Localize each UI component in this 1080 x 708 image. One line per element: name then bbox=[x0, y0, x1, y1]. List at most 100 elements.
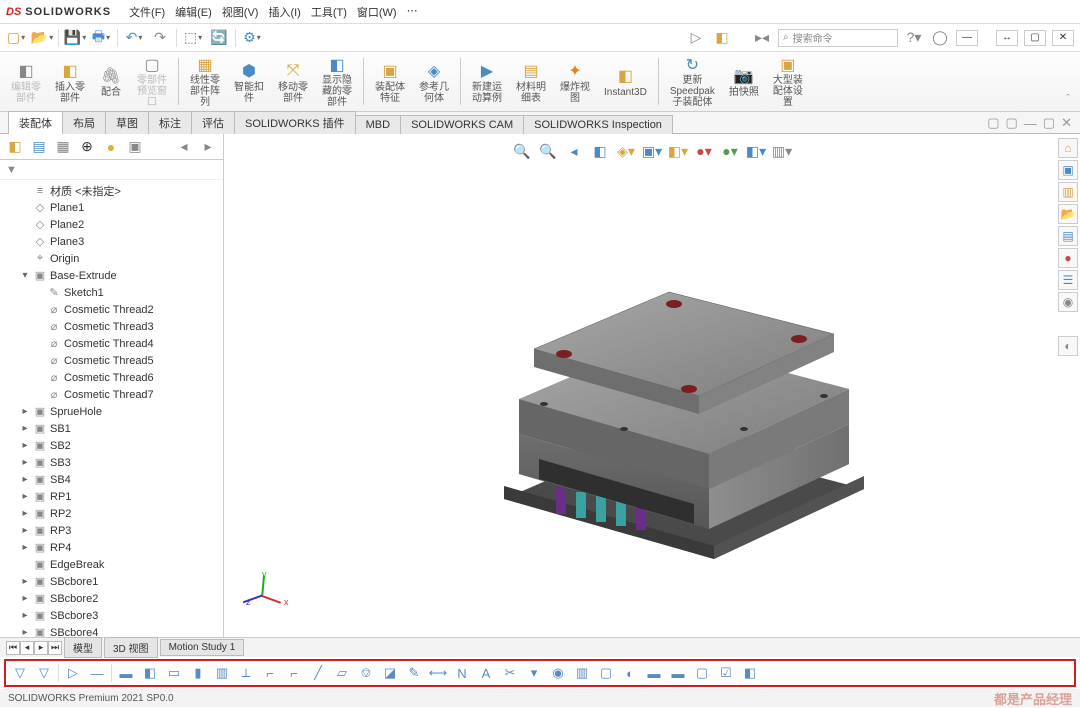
undo-icon[interactable]: ↶ bbox=[124, 28, 144, 48]
tree-tab-appearance-icon[interactable]: ● bbox=[100, 137, 122, 157]
tree-node[interactable]: ⌀Cosmetic Thread3 bbox=[6, 318, 223, 335]
btb-end-icon[interactable]: ◧ bbox=[740, 663, 760, 683]
edit-appearance-icon[interactable]: ●▾ bbox=[693, 140, 715, 162]
tree-tab-property-icon[interactable]: ▤ bbox=[28, 137, 50, 157]
ribbon-ref-geometry[interactable]: ◈参考几 何体 bbox=[414, 54, 454, 109]
twisty-icon[interactable]: ▸ bbox=[20, 406, 30, 417]
doc-link1-icon[interactable]: ▢ bbox=[987, 115, 999, 131]
btb-body-icon[interactable]: ▬ bbox=[116, 663, 136, 683]
tab-first-icon[interactable]: ⏮ bbox=[6, 641, 20, 655]
btb-dim-icon[interactable]: ⟷ bbox=[428, 663, 448, 683]
graphics-view[interactable]: 🔍 🔍 ◂ ◧ ◈▾ ▣▾ ◧▾ ●▾ ●▾ ◧▾ ▥▾ bbox=[224, 134, 1080, 637]
twisty-icon[interactable]: ▸ bbox=[20, 542, 30, 553]
btb-checked-icon[interactable]: ☑ bbox=[716, 663, 736, 683]
twisty-icon[interactable]: ▸ bbox=[20, 627, 30, 637]
tree-node[interactable]: ▸▣SB1 bbox=[6, 420, 223, 437]
taskpane-library-icon[interactable]: ▥ bbox=[1058, 182, 1078, 202]
menu-insert[interactable]: 插入(I) bbox=[268, 4, 300, 20]
btb-face-icon[interactable]: ◧ bbox=[140, 663, 160, 683]
btb-plane-icon[interactable]: ▱ bbox=[332, 663, 352, 683]
menu-view[interactable]: 视图(V) bbox=[222, 4, 259, 20]
save-icon[interactable]: 💾 bbox=[65, 28, 85, 48]
tab-evaluate[interactable]: 评估 bbox=[191, 111, 235, 134]
tree-node[interactable]: ≡材质 <未指定> bbox=[6, 182, 223, 199]
menu-window[interactable]: 窗口(W) bbox=[357, 4, 397, 20]
tree-node[interactable]: ◇Plane2 bbox=[6, 216, 223, 233]
tab-layout[interactable]: 布局 bbox=[62, 111, 106, 134]
ribbon-snapshot[interactable]: 📷拍快照 bbox=[724, 54, 764, 109]
max-icon[interactable]: ▢ bbox=[1024, 30, 1046, 46]
ribbon-smart-fastener[interactable]: ⬢智能扣 件 bbox=[229, 54, 269, 109]
orientation-icon[interactable]: ◈▾ bbox=[615, 140, 637, 162]
ribbon-mate[interactable]: 🖇配合 bbox=[94, 54, 128, 109]
taskpane-resources-icon[interactable]: ▣ bbox=[1058, 160, 1078, 180]
tree-node[interactable]: ⌀Cosmetic Thread4 bbox=[6, 335, 223, 352]
tree-node[interactable]: ▸▣SB4 bbox=[6, 471, 223, 488]
apply-scene-icon[interactable]: ●▾ bbox=[719, 140, 741, 162]
previous-view-icon[interactable]: ◂ bbox=[563, 140, 585, 162]
tab-inspection[interactable]: SOLIDWORKS Inspection bbox=[523, 115, 673, 134]
btb-ref1-icon[interactable]: ⌐ bbox=[260, 663, 280, 683]
view-settings-icon[interactable]: ◧▾ bbox=[745, 140, 767, 162]
btb-note-icon[interactable]: N bbox=[452, 663, 472, 683]
open-doc-icon[interactable]: 📂 bbox=[32, 28, 52, 48]
ribbon-insert-component[interactable]: ◧插入零 部件 bbox=[50, 54, 90, 109]
btb-view-icon[interactable]: ▢ bbox=[692, 663, 712, 683]
btb-break-icon[interactable]: ▬ bbox=[668, 663, 688, 683]
twisty-icon[interactable]: ▾ bbox=[20, 270, 30, 281]
btb-filter2-icon[interactable]: ▽ bbox=[34, 663, 54, 683]
taskpane-extra-icon[interactable]: ◐ bbox=[1058, 336, 1078, 356]
tree-tab-config-icon[interactable]: ▦ bbox=[52, 137, 74, 157]
btb-pattern-icon[interactable]: ▥ bbox=[212, 663, 232, 683]
ribbon-edit-component[interactable]: ◧编辑零 部件 bbox=[6, 54, 46, 109]
restore-icon[interactable]: ↔ bbox=[996, 30, 1018, 46]
btb-select-icon[interactable]: ▷ bbox=[63, 663, 83, 683]
tree-node[interactable]: ⌖Origin bbox=[6, 250, 223, 267]
print-icon[interactable]: 🖶 bbox=[91, 28, 111, 48]
twisty-icon[interactable]: ▸ bbox=[20, 508, 30, 519]
close-icon[interactable]: ✕ bbox=[1052, 30, 1074, 46]
cube-icon[interactable]: ◧ bbox=[712, 28, 732, 48]
redo-icon[interactable]: ↷ bbox=[150, 28, 170, 48]
section-view-icon[interactable]: ◧ bbox=[589, 140, 611, 162]
tree-tab-dim-icon[interactable]: ⊕ bbox=[76, 137, 98, 157]
tab-next-icon[interactable]: ▸ bbox=[34, 641, 48, 655]
min-icon[interactable]: — bbox=[956, 30, 978, 46]
btb-filter1-icon[interactable]: ▽ bbox=[10, 663, 30, 683]
doc-close-icon[interactable]: ✕ bbox=[1061, 115, 1072, 131]
tree-node[interactable]: ▸▣SBcbore4 bbox=[6, 624, 223, 637]
user-icon[interactable]: ◯ bbox=[930, 28, 950, 48]
tree-node[interactable]: ▸▣SBcbore3 bbox=[6, 607, 223, 624]
ribbon-preview-window[interactable]: ▢零部件 预览窗 口 bbox=[132, 54, 172, 109]
twisty-icon[interactable]: ▸ bbox=[20, 525, 30, 536]
tree-node[interactable]: ▸▣RP3 bbox=[6, 522, 223, 539]
select-icon[interactable]: ⬚ bbox=[183, 28, 203, 48]
tree-node[interactable]: ▸▣RP4 bbox=[6, 539, 223, 556]
tree-node[interactable]: ▸▣RP2 bbox=[6, 505, 223, 522]
search-option-icon[interactable]: ▸◂ bbox=[752, 28, 772, 48]
btb-axis-icon[interactable]: ╱ bbox=[308, 663, 328, 683]
doc-link2-icon[interactable]: ▢ bbox=[1006, 115, 1018, 131]
menu-tools[interactable]: 工具(T) bbox=[311, 4, 347, 20]
ribbon-show-hidden[interactable]: ◧显示隐 藏的零 部件 bbox=[317, 54, 357, 109]
pointer-icon[interactable]: ▷ bbox=[686, 28, 706, 48]
btb-draw-icon[interactable]: ▢ bbox=[596, 663, 616, 683]
bottom-tab-motion[interactable]: Motion Study 1 bbox=[160, 639, 245, 656]
tab-assembly[interactable]: 装配体 bbox=[8, 111, 63, 134]
ribbon-linear-pattern[interactable]: ▦线性零 部件阵 列 bbox=[185, 54, 225, 109]
tree-node[interactable]: ▸▣SB2 bbox=[6, 437, 223, 454]
ribbon-collapse-icon[interactable]: ˆ bbox=[1062, 89, 1074, 109]
btb-line-icon[interactable]: — bbox=[87, 663, 107, 683]
doc-min-icon[interactable]: — bbox=[1024, 116, 1037, 131]
tree-node[interactable]: ▸▣SBcbore2 bbox=[6, 590, 223, 607]
menu-edit[interactable]: 编辑(E) bbox=[175, 4, 212, 20]
btb-offset-icon[interactable]: ⎊ bbox=[356, 663, 376, 683]
btb-measure-icon[interactable]: ▾ bbox=[524, 663, 544, 683]
btb-link-icon[interactable]: ▬ bbox=[644, 663, 664, 683]
tree-node[interactable]: ◇Plane1 bbox=[6, 199, 223, 216]
ribbon-move-component[interactable]: ⤧移动零 部件 bbox=[273, 54, 313, 109]
tree-node[interactable]: ▸▣RP1 bbox=[6, 488, 223, 505]
tab-sketch[interactable]: 草图 bbox=[105, 111, 149, 134]
zoom-fit-icon[interactable]: 🔍 bbox=[511, 140, 533, 162]
tree-node[interactable]: ▣EdgeBreak bbox=[6, 556, 223, 573]
